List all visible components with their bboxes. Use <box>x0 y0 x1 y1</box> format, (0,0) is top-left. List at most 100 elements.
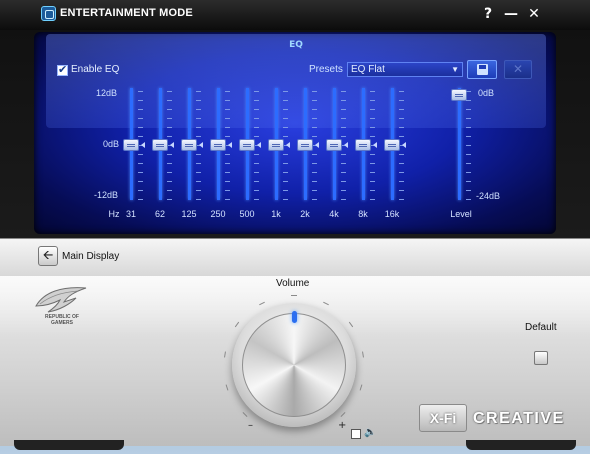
eq-tick <box>196 109 201 110</box>
eq-band-label-16k: 16k <box>384 209 400 219</box>
eq-slider-thumb-125[interactable] <box>181 139 197 151</box>
close-button[interactable]: ✕ <box>525 4 543 24</box>
eq-slider-thumb-2k[interactable] <box>297 139 313 151</box>
eq-slider-thumb-16k[interactable] <box>384 139 400 151</box>
volume-knob[interactable] <box>242 313 346 417</box>
save-preset-button[interactable] <box>467 60 497 79</box>
eq-tick <box>341 91 346 92</box>
eq-tick <box>399 154 404 155</box>
eq-tick <box>341 181 346 182</box>
eq-tick <box>254 136 259 137</box>
eq-tick <box>312 109 317 110</box>
presets-label: Presets <box>309 64 343 75</box>
default-button[interactable] <box>534 351 548 365</box>
eq-tick <box>254 199 259 200</box>
app-icon <box>41 6 56 21</box>
eq-tick <box>138 190 143 191</box>
level-tick <box>466 181 471 182</box>
eq-tick <box>283 190 288 191</box>
minimize-button[interactable]: — <box>502 4 520 24</box>
level-tick <box>466 136 471 137</box>
level-tick <box>466 190 471 191</box>
eq-tick <box>341 172 346 173</box>
eq-tick <box>370 100 375 101</box>
eq-tick <box>167 190 172 191</box>
help-button[interactable]: ? <box>479 4 497 24</box>
eq-tick <box>138 199 143 200</box>
eq-tick <box>370 172 375 173</box>
eq-tick <box>341 127 346 128</box>
eq-tick <box>167 136 172 137</box>
eq-slider-thumb-8k[interactable] <box>355 139 371 151</box>
eq-zero-marker <box>402 142 406 148</box>
eq-tick <box>138 136 143 137</box>
eq-tick <box>138 181 143 182</box>
delete-preset-button[interactable]: ✕ <box>504 60 532 79</box>
eq-tick <box>196 91 201 92</box>
level-slider-thumb[interactable] <box>451 89 467 101</box>
eq-band-label-4k: 4k <box>329 209 339 219</box>
eq-tick <box>399 109 404 110</box>
eq-tick <box>312 100 317 101</box>
eq-tick <box>254 172 259 173</box>
eq-zero-marker <box>170 142 174 148</box>
eq-header: EQ <box>289 40 303 50</box>
eq-tick <box>254 154 259 155</box>
eq-zero-marker <box>199 142 203 148</box>
eq-tick <box>370 181 375 182</box>
eq-tick <box>283 163 288 164</box>
db-bottom-label: -12dB <box>94 190 119 200</box>
main-display-button[interactable]: 🡨 <box>38 246 58 266</box>
eq-tick <box>167 91 172 92</box>
eq-band-label-1k: 1k <box>271 209 281 219</box>
eq-tick <box>283 127 288 128</box>
eq-tick <box>312 154 317 155</box>
level-top-label: 0dB <box>478 88 495 98</box>
left-foot <box>14 440 124 450</box>
eq-band-label-8k: 8k <box>358 209 368 219</box>
eq-zero-marker <box>228 142 232 148</box>
enable-eq-toggle[interactable]: Enable EQ <box>57 63 119 77</box>
eq-tick <box>341 136 346 137</box>
eq-tick <box>138 163 143 164</box>
level-bottom-label: -24dB <box>476 191 501 201</box>
mute-checkbox[interactable] <box>351 429 361 439</box>
eq-slider-thumb-31[interactable] <box>123 139 139 151</box>
eq-tick <box>225 190 230 191</box>
eq-slider-thumb-62[interactable] <box>152 139 168 151</box>
eq-tick <box>283 181 288 182</box>
level-tick <box>466 127 471 128</box>
speaker-icon: 🔈 <box>364 427 377 438</box>
right-foot <box>466 440 576 450</box>
level-slider-track[interactable] <box>458 88 461 200</box>
eq-tick <box>399 190 404 191</box>
eq-tick <box>370 190 375 191</box>
eq-band-label-500: 500 <box>239 209 255 219</box>
hz-label: Hz <box>108 209 120 219</box>
eq-tick <box>254 190 259 191</box>
eq-slider-thumb-4k[interactable] <box>326 139 342 151</box>
eq-tick <box>283 109 288 110</box>
xfi-logo: X-Fi <box>419 404 467 432</box>
eq-zero-marker <box>315 142 319 148</box>
eq-tick <box>167 172 172 173</box>
eq-tick <box>370 154 375 155</box>
preset-value: EQ Flat <box>351 64 385 75</box>
eq-tick <box>312 118 317 119</box>
preset-select[interactable]: EQ Flat ▼ <box>347 62 463 77</box>
enable-eq-checkbox[interactable] <box>57 63 68 77</box>
eq-zero-marker <box>141 142 145 148</box>
eq-tick <box>399 199 404 200</box>
eq-tick <box>370 91 375 92</box>
eq-tick <box>283 136 288 137</box>
eq-slider-thumb-250[interactable] <box>210 139 226 151</box>
eq-slider-thumb-500[interactable] <box>239 139 255 151</box>
eq-zero-marker <box>373 142 377 148</box>
eq-slider-thumb-1k[interactable] <box>268 139 284 151</box>
eq-tick <box>167 181 172 182</box>
eq-tick <box>283 154 288 155</box>
eq-tick <box>341 154 346 155</box>
volume-tick <box>291 295 297 296</box>
eq-tick <box>196 190 201 191</box>
eq-tick <box>196 172 201 173</box>
